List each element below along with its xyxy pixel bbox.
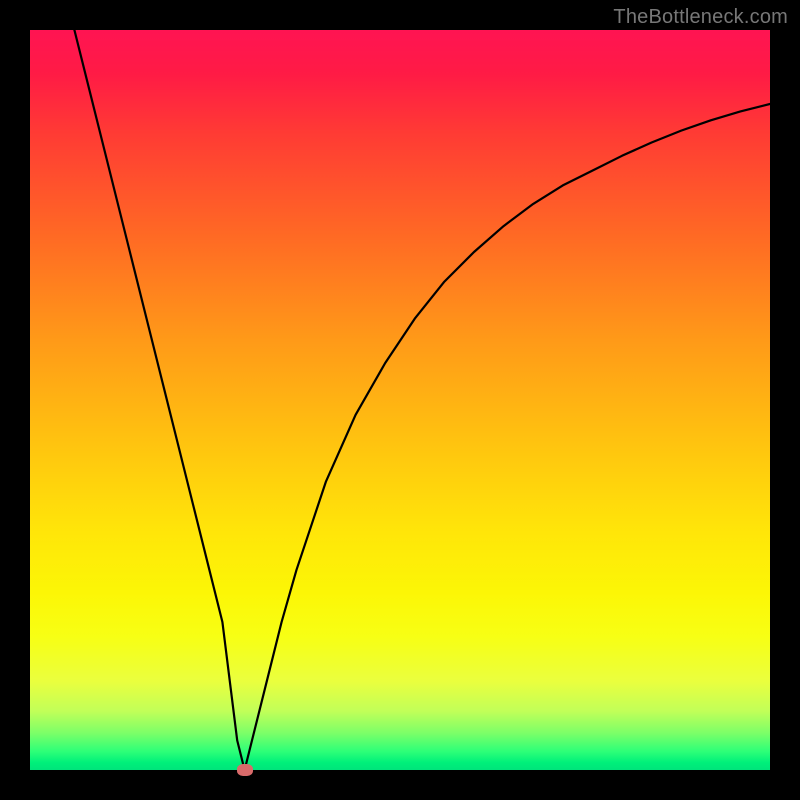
curve-svg xyxy=(30,30,770,770)
optimum-marker xyxy=(237,764,253,776)
watermark-text: TheBottleneck.com xyxy=(613,6,788,29)
bottleneck-curve xyxy=(74,30,770,770)
plot-area xyxy=(30,30,770,770)
chart-frame: TheBottleneck.com xyxy=(0,0,800,800)
